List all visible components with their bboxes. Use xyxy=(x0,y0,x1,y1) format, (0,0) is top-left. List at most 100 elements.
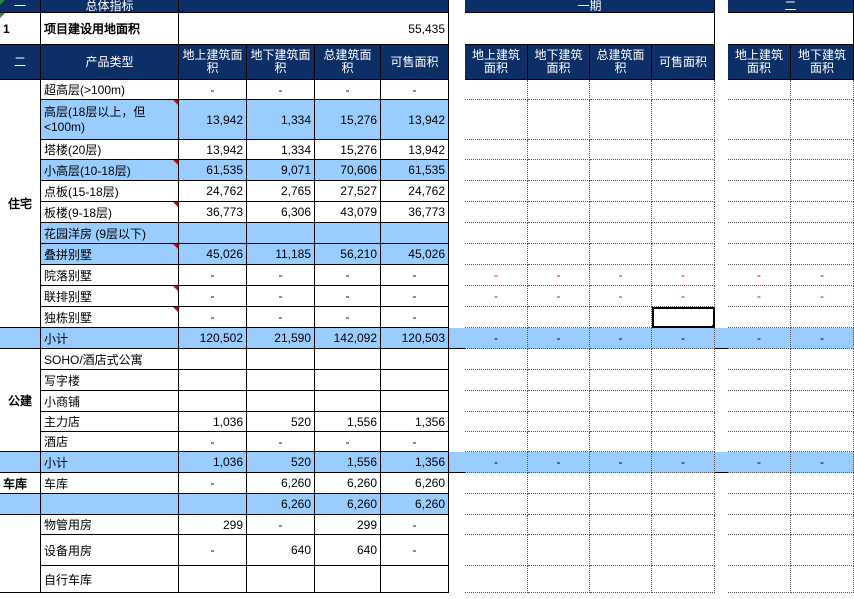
phase1-cell-row-9-col-3[interactable]: - xyxy=(652,286,715,307)
value-row-2-col-0[interactable]: 13,942 xyxy=(179,140,247,160)
phase1-cell-row-5-col-0[interactable] xyxy=(465,202,528,223)
phase2-cell-row-7-col-0[interactable] xyxy=(728,244,791,265)
phase1-cell-row-7-col-3[interactable] xyxy=(652,244,715,265)
phase2-cell-row-14-col-1[interactable] xyxy=(791,391,854,412)
phase1-cell-row-15-col-3[interactable] xyxy=(652,412,715,432)
phase1-cell-row-13-col-2[interactable] xyxy=(590,370,652,391)
value-row-6-col-3[interactable] xyxy=(381,223,449,244)
phase1-cell-row-18-col-3[interactable] xyxy=(652,473,715,494)
phase1-cell-row-3-col-1[interactable] xyxy=(528,160,590,181)
product-name-row-7[interactable]: 叠拼别墅 xyxy=(41,244,179,265)
phase1-cell-row-11-col-2[interactable]: - xyxy=(590,328,652,349)
product-name-row-14[interactable]: 小商铺 xyxy=(41,391,179,412)
phase2-cell-row-11-col-0[interactable]: - xyxy=(728,328,791,349)
phase1-cell-row-4-col-1[interactable] xyxy=(528,181,590,202)
value-row-14-col-0[interactable] xyxy=(179,391,247,412)
value-row-0-col-1[interactable]: - xyxy=(247,80,315,100)
value-row-9-col-2[interactable]: - xyxy=(315,286,381,307)
phase2-cell-row-22-col-0[interactable] xyxy=(728,566,791,593)
phase1-cell-row-16-col-3[interactable] xyxy=(652,432,715,452)
phase-2-header[interactable]: 二 xyxy=(728,0,854,13)
value-row-8-col-3[interactable]: - xyxy=(381,265,449,286)
value-row-0-col-2[interactable]: - xyxy=(315,80,381,100)
phase1-cell-row-14-col-2[interactable] xyxy=(590,391,652,412)
product-name-row-0[interactable]: 超高层(>100m) xyxy=(41,80,179,100)
phase1-cell-row-2-col-0[interactable] xyxy=(465,140,528,160)
value-row-10-col-0[interactable]: - xyxy=(179,307,247,328)
value-row-9-col-3[interactable]: - xyxy=(381,286,449,307)
phase1-cell-row-14-col-1[interactable] xyxy=(528,391,590,412)
phase1-cell-row-2-col-3[interactable] xyxy=(652,140,715,160)
phase2-cell-row-2-col-1[interactable] xyxy=(791,140,854,160)
product-name-row-18[interactable]: 车库 xyxy=(41,473,179,494)
phase1-cell-row-10-col-3[interactable] xyxy=(652,307,715,328)
phase-1-header[interactable]: 一期 xyxy=(465,0,715,13)
phase1-cell-row-11-col-0[interactable]: - xyxy=(465,328,528,349)
phase1-cell-row-6-col-2[interactable] xyxy=(590,223,652,244)
phase2-cell-row-0-col-1[interactable] xyxy=(791,80,854,100)
value-row-22-col-1[interactable] xyxy=(247,566,315,593)
overall-metrics-bar[interactable] xyxy=(179,0,449,13)
phase1-cell-row-6-col-3[interactable] xyxy=(652,223,715,244)
product-name-row-11[interactable]: 小计 xyxy=(41,328,179,349)
value-row-16-col-3[interactable]: - xyxy=(381,432,449,452)
phase1-cell-row-7-col-2[interactable] xyxy=(590,244,652,265)
phase1-cell-row-8-col-1[interactable]: - xyxy=(528,265,590,286)
phase1-cell-row-21-col-1[interactable] xyxy=(528,535,590,566)
value-row-4-col-3[interactable]: 24,762 xyxy=(381,181,449,202)
value-row-20-col-3[interactable]: - xyxy=(381,515,449,535)
product-name-row-5[interactable]: 板楼(9-18层) xyxy=(41,202,179,223)
phase2-cell-row-13-col-1[interactable] xyxy=(791,370,854,391)
value-row-3-col-0[interactable]: 61,535 xyxy=(179,160,247,181)
phase2-cell-row-9-col-0[interactable]: - xyxy=(728,286,791,307)
value-row-0-col-3[interactable]: - xyxy=(381,80,449,100)
phase1-cell-row-21-col-0[interactable] xyxy=(465,535,528,566)
phase1-cell-row-15-col-0[interactable] xyxy=(465,412,528,432)
phase1-cell-row-22-col-3[interactable] xyxy=(652,566,715,593)
phase2-cell-row-4-col-0[interactable] xyxy=(728,181,791,202)
phase2-cell-row-21-col-0[interactable] xyxy=(728,535,791,566)
value-row-12-col-2[interactable] xyxy=(315,349,381,370)
value-row-16-col-1[interactable]: - xyxy=(247,432,315,452)
value-row-22-col-0[interactable] xyxy=(179,566,247,593)
product-name-row-17[interactable]: 小计 xyxy=(41,452,179,473)
phase2-cell-row-22-col-1[interactable] xyxy=(791,566,854,593)
phase1-cell-row-1-col-1[interactable] xyxy=(528,100,590,140)
phase1-cell-row-0-col-0[interactable] xyxy=(465,80,528,100)
value-row-1-col-2[interactable]: 15,276 xyxy=(315,100,381,140)
phase1-cell-row-9-col-0[interactable]: - xyxy=(465,286,528,307)
value-row-11-col-1[interactable]: 21,590 xyxy=(247,328,315,349)
phase1-cell-row-9-col-1[interactable]: - xyxy=(528,286,590,307)
phase1-cell-row-5-col-3[interactable] xyxy=(652,202,715,223)
phase1-cell-row-8-col-2[interactable]: - xyxy=(590,265,652,286)
phase2-cell-row-14-col-0[interactable] xyxy=(728,391,791,412)
phase1-cell-row-14-col-3[interactable] xyxy=(652,391,715,412)
phase1-cell-row-1-col-3[interactable] xyxy=(652,100,715,140)
value-row-5-col-1[interactable]: 6,306 xyxy=(247,202,315,223)
phase1-cell-row-0-col-3[interactable] xyxy=(652,80,715,100)
product-name-row-1[interactable]: 高层(18层以上，但<100m) xyxy=(41,100,179,140)
value-row-2-col-2[interactable]: 15,276 xyxy=(315,140,381,160)
value-row-4-col-0[interactable]: 24,762 xyxy=(179,181,247,202)
value-row-17-col-2[interactable]: 1,556 xyxy=(315,452,381,473)
product-name-row-12[interactable]: SOHO/酒店式公寓 xyxy=(41,349,179,370)
phase1-cell-row-12-col-2[interactable] xyxy=(590,349,652,370)
value-row-7-col-2[interactable]: 56,210 xyxy=(315,244,381,265)
phase1-cell-row-20-col-2[interactable] xyxy=(590,515,652,535)
phase2-cell-row-20-col-0[interactable] xyxy=(728,515,791,535)
phase2-cell-row-6-col-1[interactable] xyxy=(791,223,854,244)
value-row-20-col-1[interactable]: - xyxy=(247,515,315,535)
product-name-row-6[interactable]: 花园洋房 (9层以下) xyxy=(41,223,179,244)
group-garage-subtotal[interactable] xyxy=(0,494,41,515)
phase2-cell-row-15-col-1[interactable] xyxy=(791,412,854,432)
phase1-cell-row-9-col-2[interactable]: - xyxy=(590,286,652,307)
land-row-number[interactable]: 1 xyxy=(0,13,41,45)
value-row-21-col-2[interactable]: 640 xyxy=(315,535,381,566)
product-name-row-13[interactable]: 写字楼 xyxy=(41,370,179,391)
value-row-12-col-0[interactable] xyxy=(179,349,247,370)
phase1-cell-row-11-col-1[interactable]: - xyxy=(528,328,590,349)
phase2-cell-row-10-col-1[interactable] xyxy=(791,307,854,328)
phase1-cell-row-20-col-1[interactable] xyxy=(528,515,590,535)
value-row-10-col-2[interactable]: - xyxy=(315,307,381,328)
value-row-20-col-0[interactable]: 299 xyxy=(179,515,247,535)
